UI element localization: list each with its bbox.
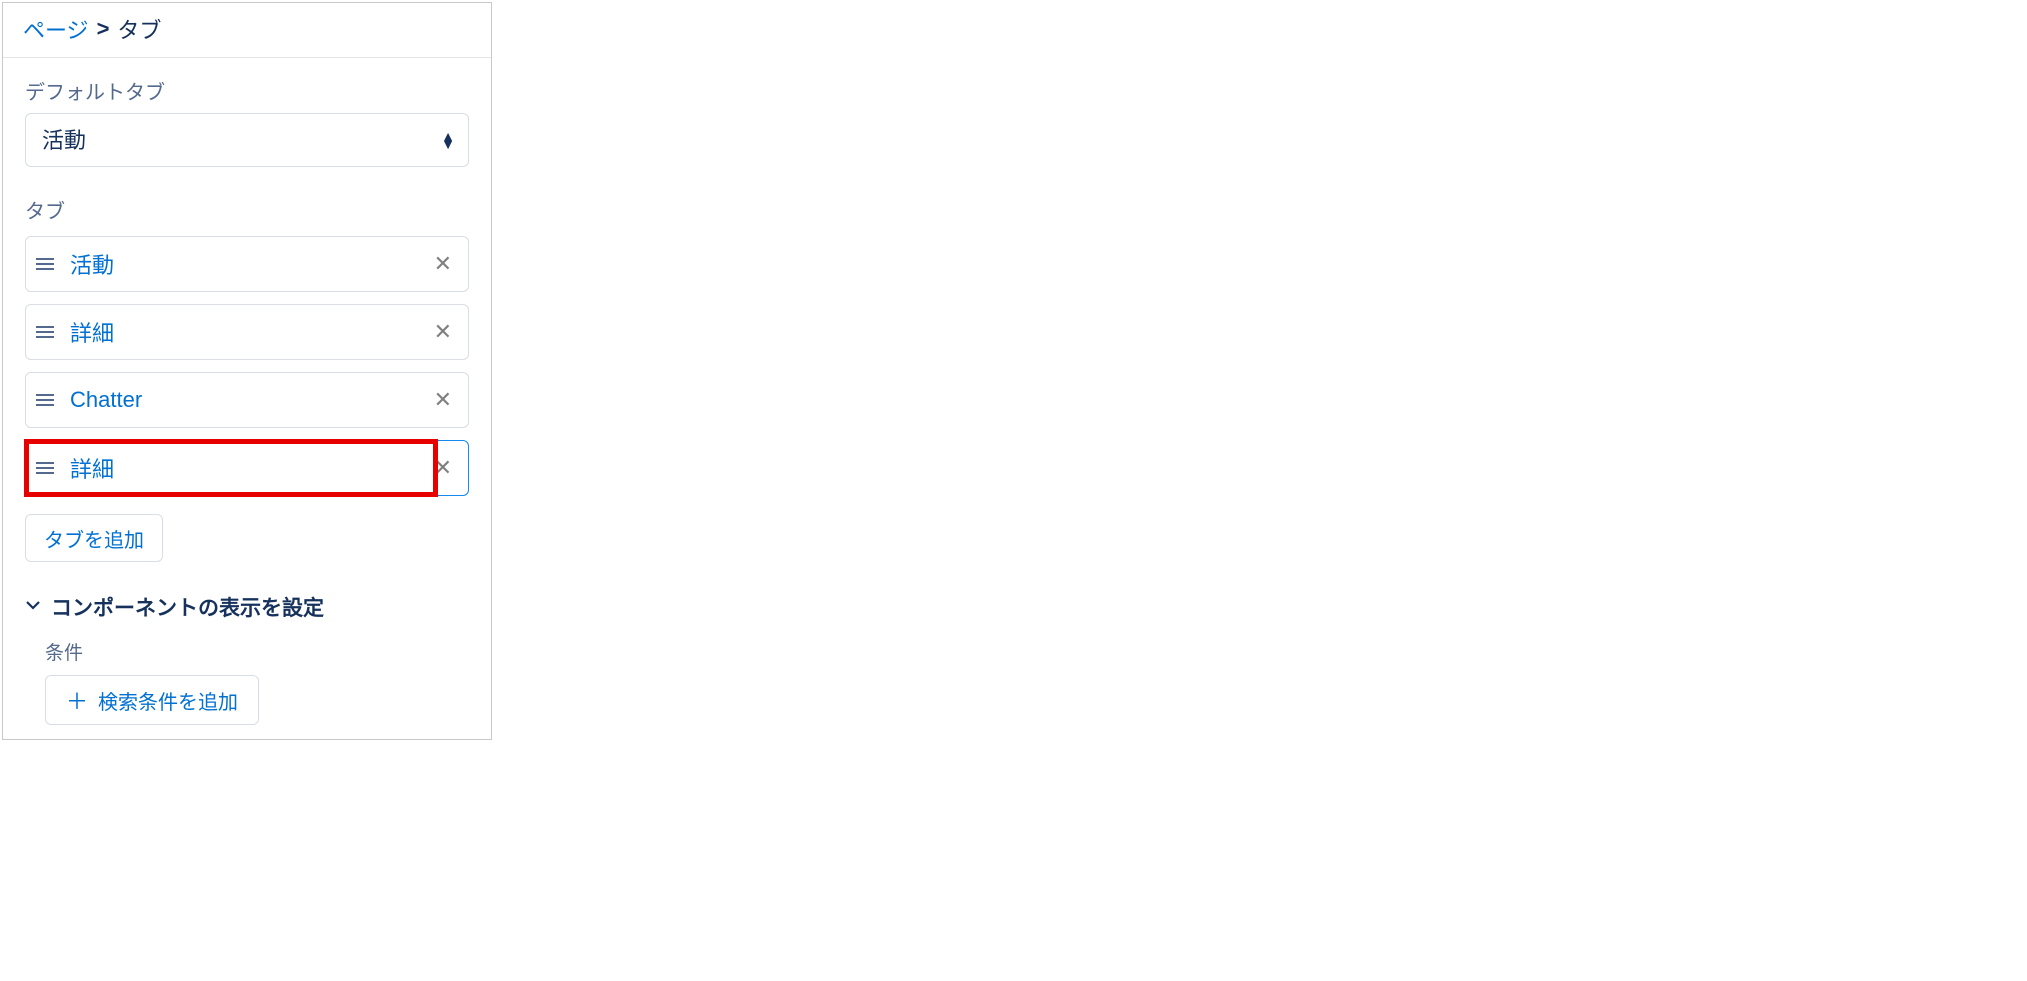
visibility-title: コンポーネントの表示を設定	[51, 592, 324, 622]
default-tab-label: デフォルトタブ	[25, 76, 469, 105]
condition-label: 条件	[45, 638, 461, 665]
breadcrumb-separator: >	[97, 16, 110, 42]
tab-item-label[interactable]: Chatter	[70, 387, 430, 413]
add-tab-button[interactable]: タブを追加	[25, 514, 163, 562]
close-icon[interactable]: ✕	[430, 383, 456, 417]
tab-item-label[interactable]: 詳細	[70, 316, 430, 348]
breadcrumb: ページ > タブ	[3, 3, 491, 58]
drag-handle-icon[interactable]	[36, 258, 58, 270]
plus-icon: ＋	[66, 684, 88, 716]
tabs-list: 活動✕詳細✕Chatter✕詳細✕	[3, 236, 491, 514]
drag-handle-icon[interactable]	[36, 326, 58, 338]
chevron-down-icon	[25, 597, 41, 618]
add-tab-row: タブを追加	[3, 514, 491, 580]
tab-item-label[interactable]: 詳細	[70, 452, 430, 484]
default-tab-select-wrap: 活動 ▲▼	[25, 113, 469, 167]
close-icon[interactable]: ✕	[430, 451, 456, 485]
tabs-label: タブ	[25, 195, 469, 224]
breadcrumb-page-link[interactable]: ページ	[23, 13, 89, 45]
tab-item[interactable]: Chatter✕	[25, 372, 469, 428]
tabs-section: タブ	[3, 177, 491, 236]
tab-item[interactable]: 詳細✕	[25, 304, 469, 360]
condition-section: 条件 ＋ 検索条件を追加	[3, 630, 491, 739]
drag-handle-icon[interactable]	[36, 462, 58, 474]
tab-item-label[interactable]: 活動	[70, 248, 430, 280]
tab-item[interactable]: 活動✕	[25, 236, 469, 292]
default-tab-select[interactable]: 活動	[25, 113, 469, 167]
drag-handle-icon[interactable]	[36, 394, 58, 406]
visibility-section-header[interactable]: コンポーネントの表示を設定	[3, 580, 491, 630]
add-condition-button[interactable]: ＋ 検索条件を追加	[45, 675, 259, 725]
tab-properties-panel: ページ > タブ デフォルトタブ 活動 ▲▼ タブ 活動✕詳細✕Chatter✕…	[2, 2, 492, 740]
breadcrumb-current: タブ	[117, 13, 161, 45]
add-condition-label: 検索条件を追加	[98, 686, 238, 715]
tab-item[interactable]: 詳細✕	[25, 440, 469, 496]
close-icon[interactable]: ✕	[430, 247, 456, 281]
close-icon[interactable]: ✕	[430, 315, 456, 349]
default-tab-section: デフォルトタブ 活動 ▲▼	[3, 58, 491, 177]
